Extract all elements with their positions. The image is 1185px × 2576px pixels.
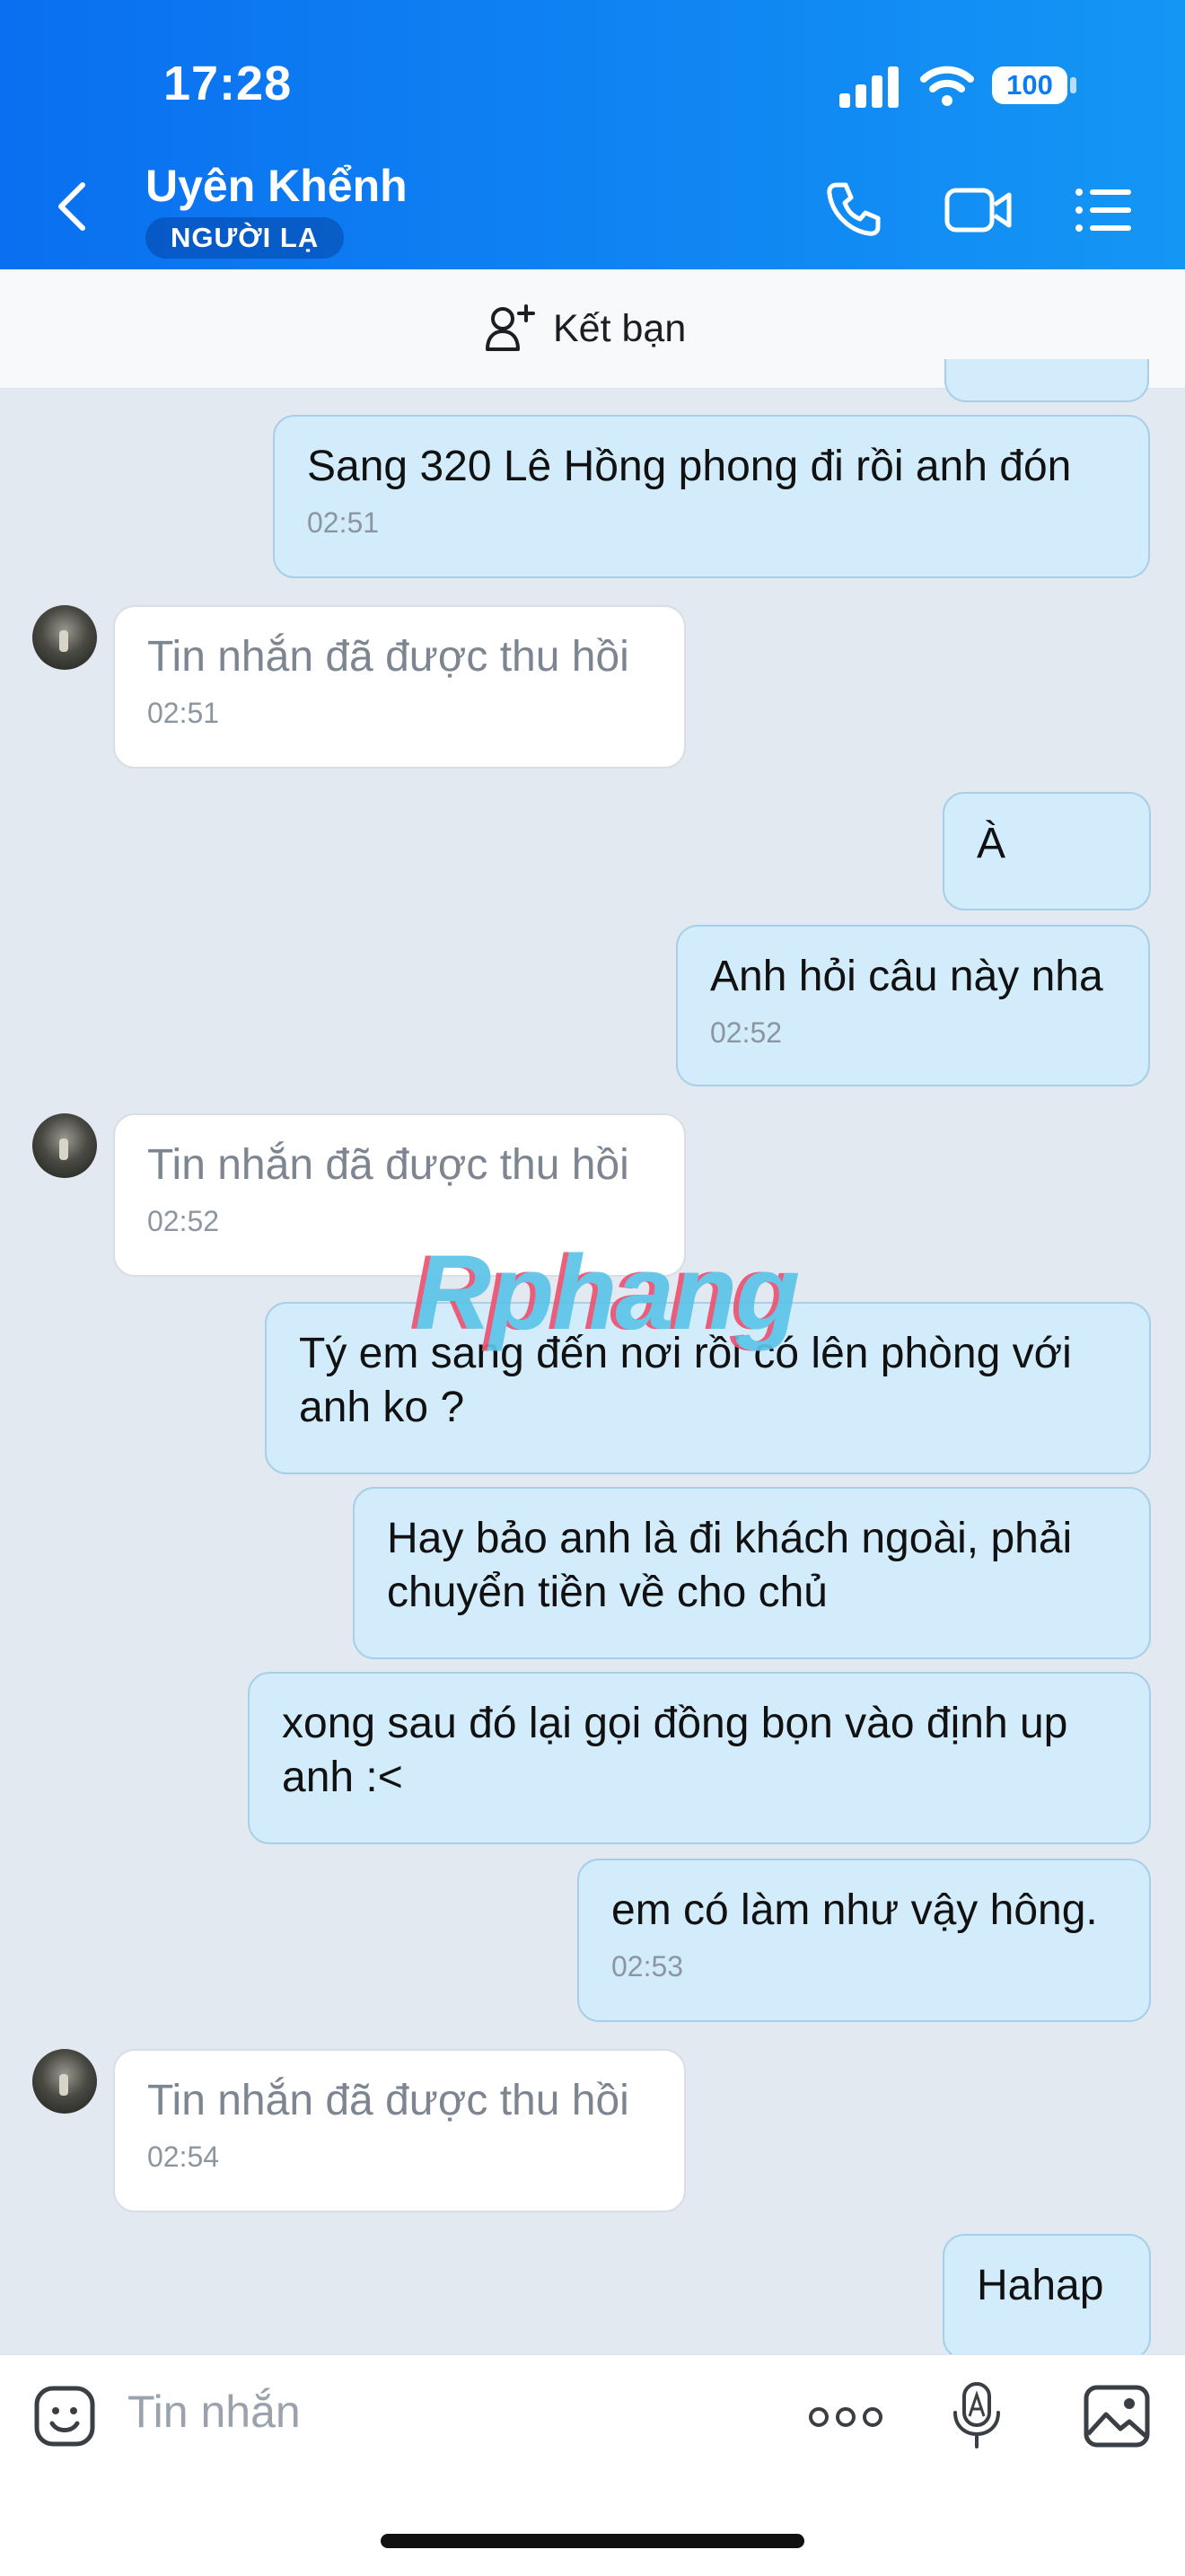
message-text: Anh hỏi câu này nha xyxy=(710,953,1103,1000)
message-time: 02:52 xyxy=(710,1016,783,1049)
message-text: Tin nhắn đã được thu hồi xyxy=(147,2077,629,2124)
message-time: 02:53 xyxy=(611,1950,684,1983)
avatar[interactable] xyxy=(32,1113,97,1178)
back-icon[interactable] xyxy=(54,180,90,233)
image-icon[interactable] xyxy=(1083,2384,1151,2449)
message-bubble-recalled[interactable]: Tin nhắn đã được thu hồi 02:54 xyxy=(113,2049,686,2212)
phone-icon[interactable] xyxy=(824,180,883,239)
message-bubble-sent[interactable]: Anh hỏi câu này nha 02:52 xyxy=(676,925,1150,1086)
message-time: 02:54 xyxy=(147,2141,220,2173)
battery-level: 100 xyxy=(1006,69,1053,101)
message-time: 02:51 xyxy=(307,506,380,539)
wifi-icon xyxy=(920,66,974,106)
add-friend-button[interactable]: Kết bạn xyxy=(485,303,686,354)
message-input[interactable]: Tin nhắn xyxy=(127,2386,301,2438)
more-icon[interactable] xyxy=(808,2404,883,2431)
message-text: Sang 320 Lê Hồng phong đi rồi anh đón xyxy=(307,443,1072,490)
message-text: xong sau đó lại gọi đồng bọn vào định up… xyxy=(282,1700,1068,1801)
message-bubble-sent[interactable]: À xyxy=(943,792,1151,910)
message-bubble-sent[interactable]: Hay bảo anh là đi khách ngoài, phải chuy… xyxy=(353,1487,1151,1659)
home-indicator[interactable] xyxy=(381,2534,804,2548)
add-friend-icon xyxy=(486,304,535,351)
message-text: em có làm như vậy hông. xyxy=(611,1886,1098,1934)
message-bubble-sent[interactable]: Sang 320 Lê Hồng phong đi rồi anh đón 02… xyxy=(273,415,1150,578)
video-call-icon[interactable] xyxy=(944,183,1013,237)
message-text: Tin nhắn đã được thu hồi xyxy=(147,633,629,681)
signal-icon xyxy=(839,66,899,108)
add-friend-label: Kết bạn xyxy=(553,306,687,350)
battery-indicator: 100 xyxy=(990,63,1078,108)
contact-name[interactable]: Uyên Khểnh xyxy=(145,160,408,212)
message-text: À xyxy=(977,820,1006,867)
watermark-logo: Rphang xyxy=(415,1234,800,1352)
message-text: Hay bảo anh là đi khách ngoài, phải chuy… xyxy=(387,1515,1073,1616)
message-bubble-sent[interactable]: xong sau đó lại gọi đồng bọn vào định up… xyxy=(248,1672,1151,1844)
message-time: 02:51 xyxy=(147,697,220,729)
message-bubble-partial[interactable] xyxy=(944,359,1149,402)
status-time: 17:28 xyxy=(163,57,293,110)
message-text: Tin nhắn đã được thu hồi xyxy=(147,1141,629,1189)
message-bubble-recalled[interactable]: Tin nhắn đã được thu hồi 02:51 xyxy=(113,605,686,769)
message-bubble-sent[interactable]: em có làm như vậy hông. 02:53 xyxy=(577,1859,1151,2022)
voice-icon[interactable] xyxy=(950,2380,1004,2452)
avatar[interactable] xyxy=(32,605,97,670)
chat-header: 17:28 100 Uyên Khểnh NGƯỜI LẠ xyxy=(0,0,1185,269)
stranger-badge: NGƯỜI LẠ xyxy=(145,217,345,259)
avatar[interactable] xyxy=(32,2049,97,2114)
sticker-icon[interactable] xyxy=(32,2384,97,2449)
message-text: Hahap xyxy=(977,2262,1104,2309)
menu-list-icon[interactable] xyxy=(1074,183,1133,237)
message-bubble-sent[interactable]: Hahap xyxy=(943,2234,1151,2360)
